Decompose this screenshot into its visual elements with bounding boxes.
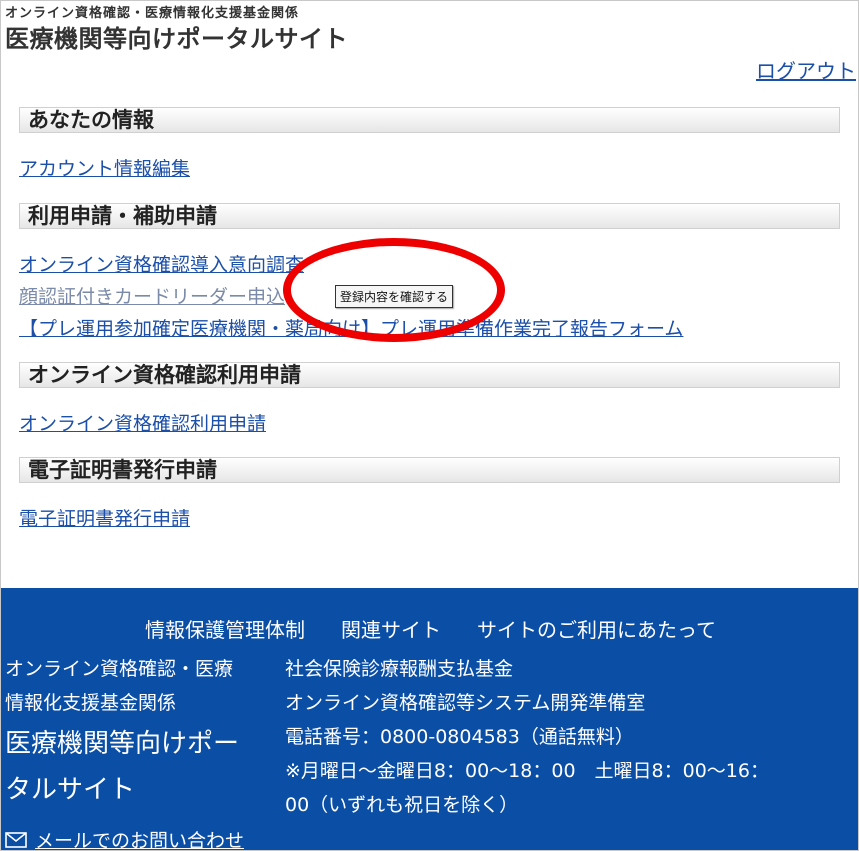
section-heading-online-usage: オンライン資格確認利用申請 (19, 362, 840, 388)
online-usage-apply-link[interactable]: オンライン資格確認利用申請 (19, 409, 266, 436)
mail-contact-link[interactable]: メールでのお問い合わせ (35, 826, 244, 850)
logout-link[interactable]: ログアウト (756, 55, 856, 84)
certificate-apply-link[interactable]: 電子証明書発行申請 (19, 504, 190, 531)
footer-site-name: オンライン資格確認・医療 情報化支援基金関係 医療機関等向けポー タルサイト (5, 652, 281, 812)
footer-contact: 社会保険診療報酬支払基金 オンライン資格確認等システム開発準備室 電話番号：08… (285, 652, 845, 822)
footer-title-line1: 医療機関等向けポー (5, 729, 240, 759)
footer-nav: 情報保護管理体制 関連サイト サイトのご利用にあたって (1, 614, 858, 643)
footer: 情報保護管理体制 関連サイト サイトのご利用にあたって オンライン資格確認・医療… (1, 588, 858, 850)
section-heading-certificate: 電子証明書発行申請 (19, 457, 840, 483)
footer-subtitle-line2: 情報化支援基金関係 (5, 692, 177, 714)
footer-org: 社会保険診療報酬支払基金 (285, 658, 514, 680)
footer-title-line2: タルサイト (5, 775, 136, 805)
footer-phone: 電話番号：0800-0804583（通話無料） (285, 726, 634, 748)
footer-subtitle-line1: オンライン資格確認・医療 (5, 658, 234, 680)
footer-link-site-usage[interactable]: サイトのご利用にあたって (477, 614, 716, 643)
mail-icon (5, 831, 27, 848)
section-heading-your-info: あなたの情報 (19, 107, 840, 133)
card-reader-apply-link[interactable]: 顔認証付きカードリーダー申込 (19, 282, 285, 309)
pre-operation-report-link[interactable]: 【プレ運用参加確定医療機関・薬局向け】プレ運用準備作業完了報告フォーム (19, 314, 683, 341)
footer-mail-row[interactable]: メールでのお問い合わせ (5, 826, 244, 850)
footer-link-privacy[interactable]: 情報保護管理体制 (145, 614, 305, 643)
page-frame: オンライン資格確認・医療情報化支援基金関係 医療機関等向けポータルサイト ログア… (0, 0, 859, 851)
footer-hours-line1: ※月曜日～金曜日8：00～18：00 土曜日8：00～16： (285, 760, 769, 782)
account-edit-link[interactable]: アカウント情報編集 (19, 154, 190, 181)
site-title: 医療機関等向けポータルサイト (5, 25, 348, 53)
footer-dept: オンライン資格確認等システム開発準備室 (285, 692, 646, 714)
survey-link[interactable]: オンライン資格確認導入意向調査 (19, 250, 304, 277)
footer-hours-line2: 00（いずれも祝日を除く） (285, 794, 519, 816)
footer-link-related-sites[interactable]: 関連サイト (341, 614, 441, 643)
tooltip: 登録内容を確認する (335, 285, 454, 308)
section-heading-application: 利用申請・補助申請 (19, 203, 840, 229)
